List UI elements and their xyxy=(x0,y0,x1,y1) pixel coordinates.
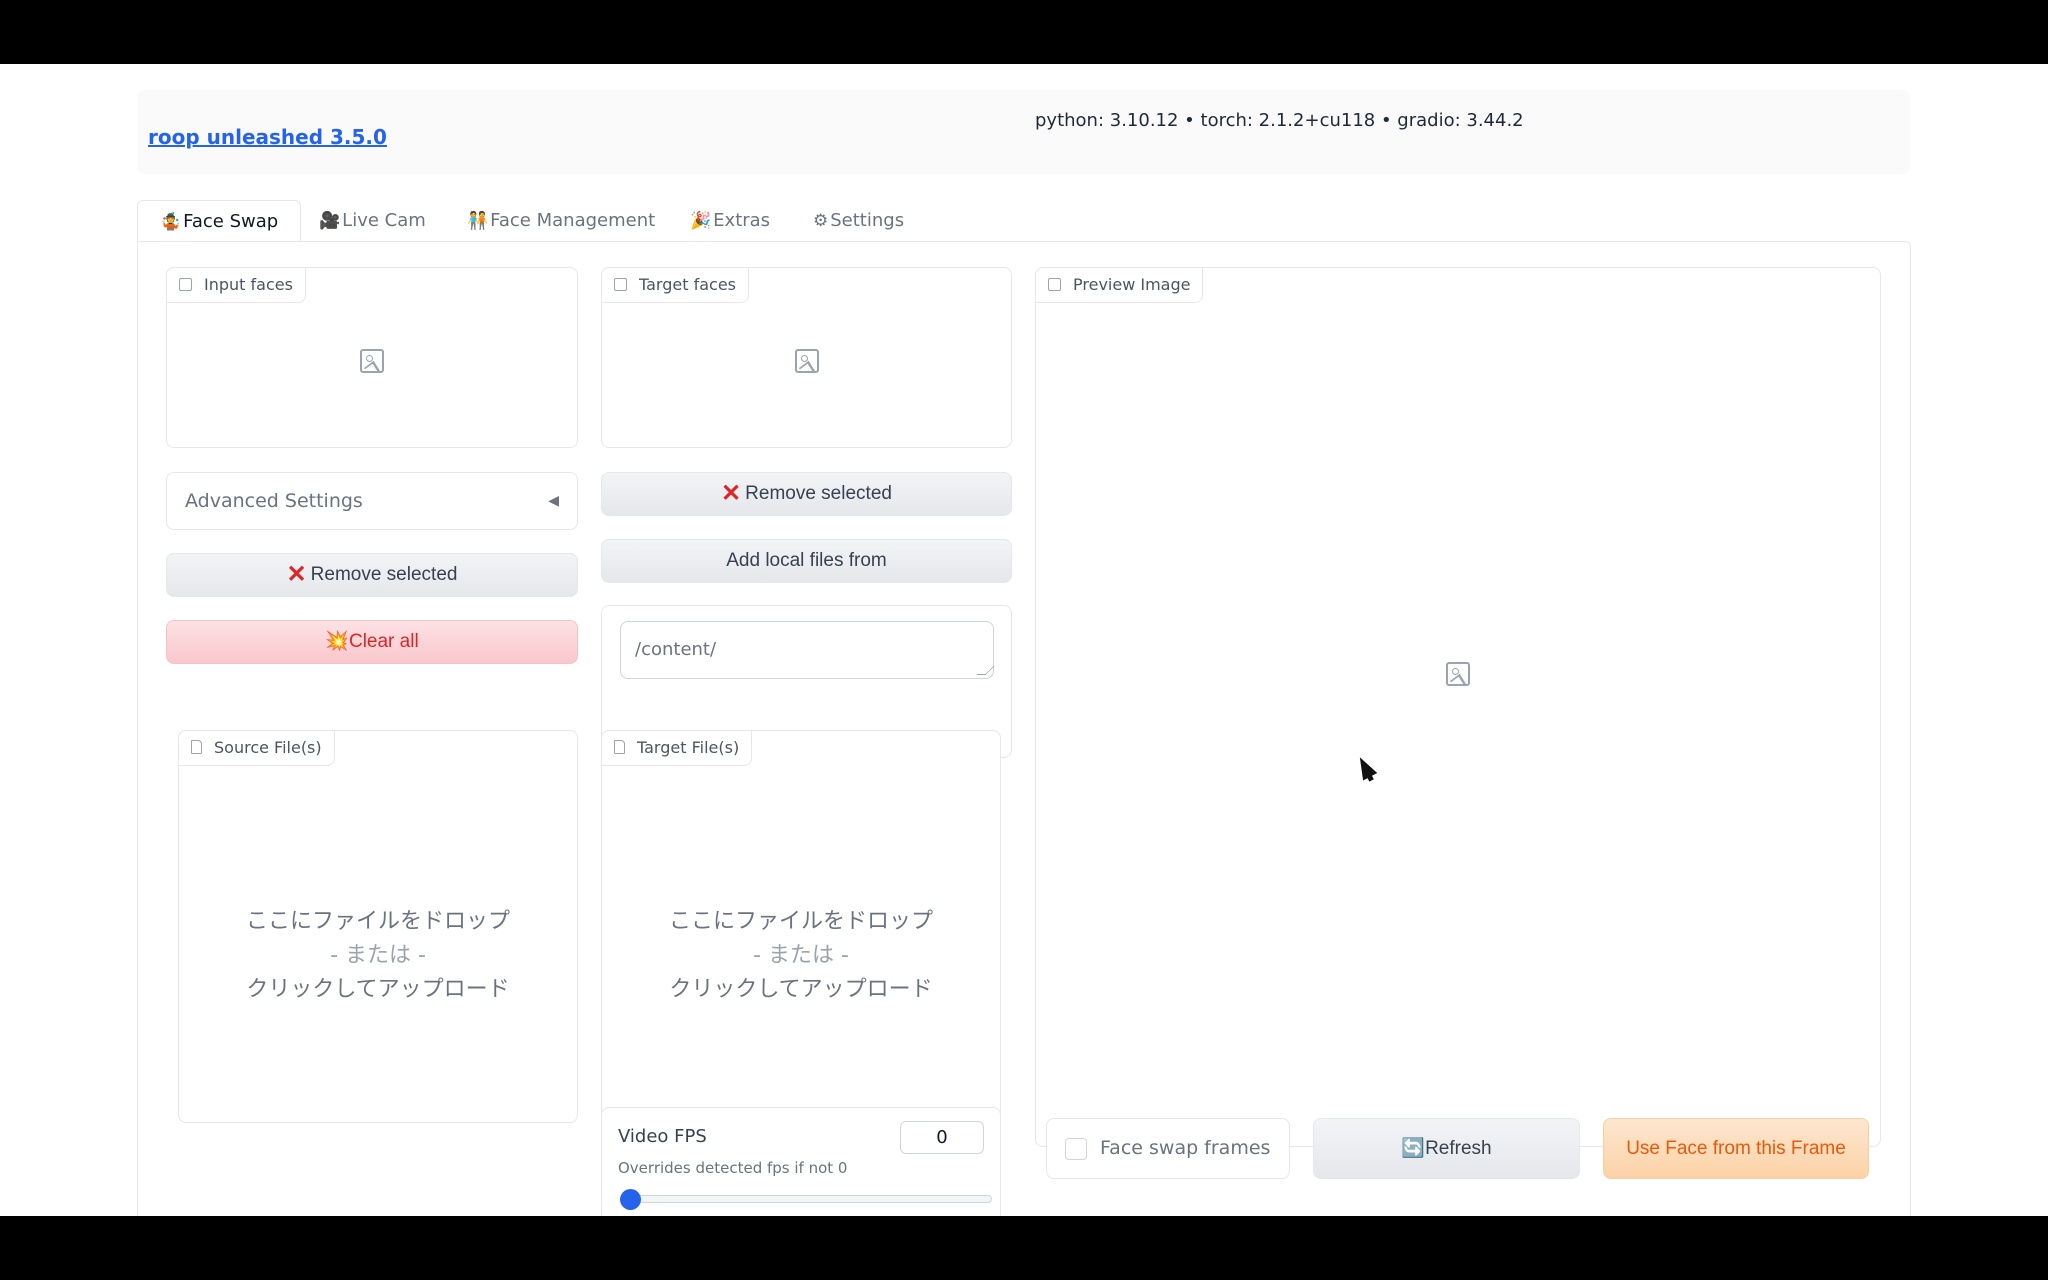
target-files-upload[interactable]: Target File(s) ここにファイルをドロップ - または - クリック… xyxy=(601,730,1001,1123)
input-faces-label: Input faces xyxy=(166,267,306,303)
preview-image-label: Preview Image xyxy=(1035,267,1204,303)
tab-label: Face Swap xyxy=(183,211,279,232)
app-viewport: roop unleashed 3.5.0 python: 3.10.12 • t… xyxy=(0,64,2048,1216)
image-placeholder-icon xyxy=(795,349,819,373)
clear-all-button[interactable]: 💥Clear all xyxy=(166,620,578,664)
image-icon xyxy=(179,278,192,291)
x-icon: ✕ xyxy=(286,561,307,588)
gear-icon: ⚙ xyxy=(813,211,829,231)
input-faces-gallery[interactable]: Input faces xyxy=(166,267,578,448)
image-icon xyxy=(1048,278,1061,291)
target-files-label: Target File(s) xyxy=(601,730,753,766)
source-files-label: Source File(s) xyxy=(178,730,335,766)
app-title-link[interactable]: roop unleashed 3.5.0 xyxy=(148,125,387,149)
juggler-icon: 🤹 xyxy=(160,212,182,232)
use-face-from-frame-button[interactable]: Use Face from this Frame xyxy=(1603,1118,1869,1179)
tab-label: Extras xyxy=(713,210,771,231)
app-header: roop unleashed 3.5.0 python: 3.10.12 • t… xyxy=(137,90,1910,174)
drop-text-line3: クリックしてアップロード xyxy=(246,977,510,1002)
version-info: python: 3.10.12 • torch: 2.1.2+cu118 • g… xyxy=(1035,110,1524,131)
video-fps-number-input[interactable]: 0 xyxy=(900,1121,984,1154)
video-fps-slider-thumb[interactable] xyxy=(620,1189,641,1210)
face-swap-frames-checkbox-container[interactable]: Face swap frames xyxy=(1046,1118,1290,1179)
party-icon: 🎉 xyxy=(690,211,712,231)
tab-label: Live Cam xyxy=(342,210,426,231)
collision-icon: 💥 xyxy=(325,631,349,652)
drop-text-line1: ここにファイルをドロップ xyxy=(245,909,510,934)
local-path-input[interactable]: /content/ xyxy=(620,621,995,679)
letterbox-bottom xyxy=(0,1216,2048,1280)
tab-face-management[interactable]: 🧑‍🤝‍🧑 Face Management xyxy=(467,200,655,242)
advanced-settings-label: Advanced Settings xyxy=(185,490,363,512)
tab-live-cam[interactable]: 🎥 Live Cam xyxy=(319,200,426,242)
face-swap-frames-label: Face swap frames xyxy=(1100,1137,1271,1159)
drop-text-line3: クリックしてアップロード xyxy=(669,977,933,1002)
tab-face-swap[interactable]: 🤹 Face Swap xyxy=(137,200,302,244)
resize-handle-icon[interactable] xyxy=(976,666,995,675)
video-fps-control: Video FPS Overrides detected fps if not … xyxy=(601,1107,1001,1216)
file-icon xyxy=(614,740,625,754)
file-icon xyxy=(191,740,202,754)
image-icon xyxy=(614,278,627,291)
tab-label: Settings xyxy=(830,210,905,231)
remove-selected-input-button[interactable]: ✕ Remove selected xyxy=(166,553,578,597)
x-icon: ✕ xyxy=(721,480,742,507)
collapse-arrow-icon: ◀ xyxy=(548,493,559,509)
camera-icon: 🎥 xyxy=(319,211,341,231)
tab-settings[interactable]: ⚙ Settings xyxy=(813,200,904,242)
image-placeholder-icon xyxy=(1446,662,1470,686)
refresh-icon: 🔄 xyxy=(1401,1138,1426,1159)
preview-image[interactable]: Preview Image xyxy=(1035,267,1881,1147)
image-placeholder-icon xyxy=(360,349,384,373)
remove-selected-target-button[interactable]: ✕ Remove selected xyxy=(601,472,1012,516)
add-local-files-button[interactable]: Add local files from xyxy=(601,539,1012,583)
video-fps-slider-track[interactable] xyxy=(631,1195,992,1203)
video-fps-label: Video FPS xyxy=(618,1126,707,1147)
tab-label: Face Management xyxy=(490,210,656,231)
video-fps-info: Overrides detected fps if not 0 xyxy=(618,1159,848,1177)
target-faces-gallery[interactable]: Target faces xyxy=(601,267,1012,448)
drop-text-line2: - または - xyxy=(753,943,849,968)
letterbox-top xyxy=(0,0,2048,64)
advanced-settings-accordion[interactable]: Advanced Settings ◀ xyxy=(166,472,578,530)
people-icon: 🧑‍🤝‍🧑 xyxy=(467,211,489,231)
target-faces-label: Target faces xyxy=(601,267,749,303)
drop-text-line2: - または - xyxy=(330,943,426,968)
face-swap-frames-checkbox[interactable] xyxy=(1065,1138,1087,1160)
drop-text-line1: ここにファイルをドロップ xyxy=(668,909,933,934)
source-files-upload[interactable]: Source File(s) ここにファイルをドロップ - または - クリック… xyxy=(178,730,578,1123)
tab-extras[interactable]: 🎉 Extras xyxy=(690,200,770,242)
refresh-button[interactable]: 🔄Refresh xyxy=(1313,1118,1580,1179)
